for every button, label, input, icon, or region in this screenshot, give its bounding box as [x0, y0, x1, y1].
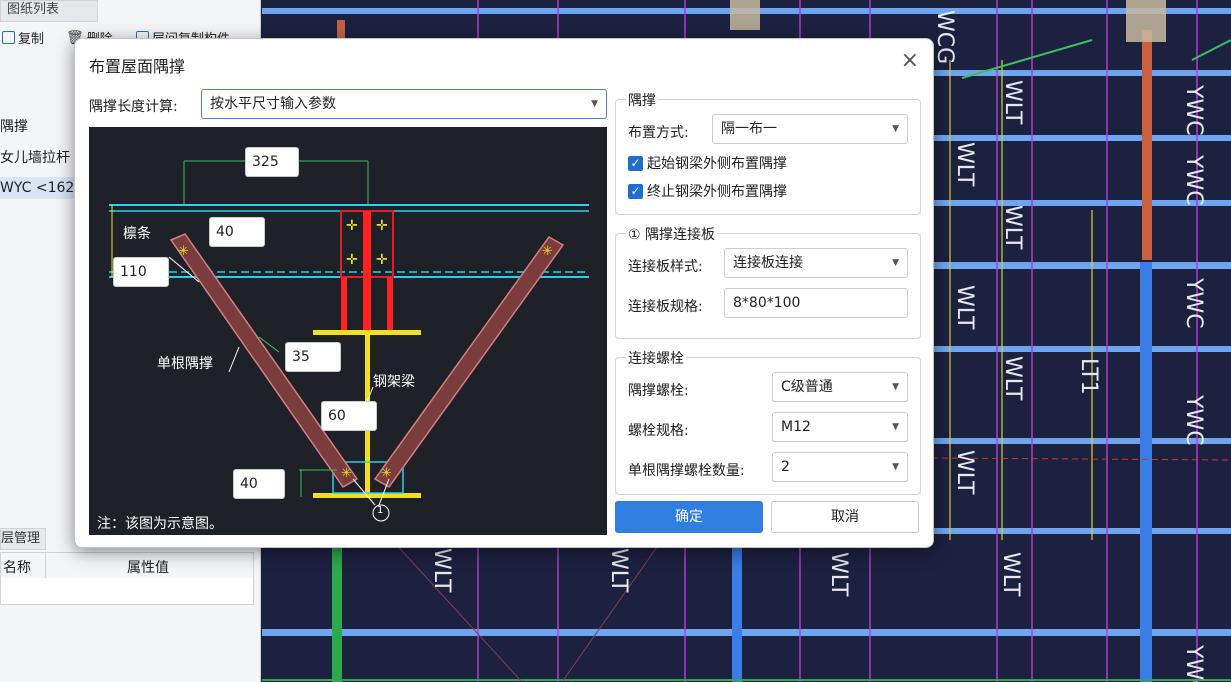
- label-wlt-5: WLT: [1000, 356, 1025, 401]
- bolt-spec-label: 螺栓规格:: [628, 423, 689, 439]
- layout-value: 隔一布一: [721, 121, 777, 137]
- start-beam-label: 起始钢梁外侧布置隅撑: [647, 156, 787, 172]
- dim-110-box: 110: [113, 257, 169, 287]
- plate-style-value: 连接板连接: [733, 255, 803, 271]
- dialog-title: 布置屋面隅撑: [89, 57, 186, 76]
- plate-spec-label: 连接板规格:: [628, 299, 703, 315]
- chevron-down-icon: ▼: [892, 422, 899, 432]
- label-wcg: WCG: [932, 10, 957, 64]
- length-calc-label: 隅撑长度计算:: [89, 99, 178, 115]
- place-roof-brace-dialog: 布置屋面隅撑 × 隅撑长度计算: 按水平尺寸输入参数 ▼ ✛ ✛ ✛ ✛ ✳ ✳…: [74, 38, 934, 548]
- copy-icon: [2, 31, 15, 44]
- start-beam-checkbox[interactable]: ✓ 起始钢梁外侧布置隅撑: [628, 153, 787, 173]
- chevron-down-icon: ▼: [892, 382, 899, 392]
- column-value: 属性值: [127, 560, 169, 576]
- single-brace-label: 单根隅撑: [157, 356, 213, 372]
- cancel-button[interactable]: 取消: [771, 501, 919, 533]
- plate-group-title: ① 隅撑连接板: [626, 224, 718, 244]
- checkmark-icon: ✓: [628, 183, 643, 199]
- bolt-count-label: 单根隅撑螺栓数量:: [628, 463, 745, 479]
- label-wlt-3: WLT: [1000, 205, 1025, 250]
- schematic-diagram: ✛ ✛ ✛ ✛ ✳ ✳ ✳ ✳ 325 40 110 35 60 40 檩条 单…: [89, 127, 607, 535]
- chevron-down-icon: ▼: [892, 462, 899, 472]
- layout-label: 布置方式:: [628, 125, 689, 141]
- svg-text:✳: ✳: [381, 466, 392, 481]
- property-table-row[interactable]: [0, 578, 254, 605]
- diagram-note: 注：该图为示意图。: [97, 516, 223, 532]
- copy-button[interactable]: 复制: [2, 28, 44, 47]
- bolt-type-select[interactable]: C级普通 ▼: [772, 372, 908, 402]
- chevron-down-icon: ▼: [591, 99, 598, 109]
- bolt-type-value: C级普通: [781, 379, 833, 395]
- svg-text:✛: ✛: [346, 218, 358, 234]
- callout-marker: 1: [377, 505, 384, 516]
- checkmark-icon: ✓: [628, 155, 643, 171]
- svg-text:✛: ✛: [376, 252, 388, 268]
- label-wlt-9: WLT: [826, 552, 851, 597]
- copy-label: 复制: [18, 32, 45, 47]
- property-table-header: 名称 属性值: [0, 552, 254, 580]
- chevron-down-icon: ▼: [892, 124, 899, 134]
- layer-management-tab[interactable]: 层管理: [0, 528, 46, 550]
- label-ywc-3: YWC: [1181, 277, 1206, 329]
- dim-35-box: 35: [285, 342, 341, 372]
- length-calc-select[interactable]: 按水平尺寸输入参数 ▼: [201, 89, 607, 119]
- label-ywc-4: YWC: [1181, 394, 1206, 446]
- svg-text:✛: ✛: [376, 218, 388, 234]
- dim-60-box: 60: [321, 401, 377, 431]
- dim-40-top-box: 40: [209, 217, 265, 247]
- svg-text:✛: ✛: [346, 252, 358, 268]
- bolt-count-value: 2: [781, 459, 790, 475]
- steel-beam-label: 钢架梁: [373, 374, 415, 390]
- bolt-type-label: 隅撑螺栓:: [628, 383, 689, 399]
- dim-325-box: 325: [245, 147, 299, 177]
- svg-text:✳: ✳: [178, 244, 189, 259]
- label-wlt-7: WLT: [429, 548, 454, 593]
- label-ywc-5: YWC: [1181, 644, 1206, 682]
- dim-40-bottom-box: 40: [233, 469, 285, 499]
- tree-item-parapet-tie[interactable]: 女儿墙拉杆: [0, 147, 70, 169]
- plate-spec-input[interactable]: 8*80*100: [724, 288, 908, 318]
- layout-select[interactable]: 隔一布一 ▼: [712, 114, 908, 144]
- chevron-down-icon: ▼: [892, 258, 899, 268]
- label-wlt-1: WLT: [1000, 80, 1025, 125]
- label-lt1: LT1: [1076, 358, 1101, 395]
- label-wlt-10: WLT: [998, 552, 1023, 597]
- label-wlt-6: WLT: [952, 450, 977, 495]
- column-name: 名称: [3, 560, 31, 576]
- label-ywc-2: YWC: [1181, 154, 1206, 206]
- diagram-drawing: ✛ ✛ ✛ ✛ ✳ ✳ ✳ ✳: [109, 160, 589, 522]
- ok-button[interactable]: 确定: [615, 501, 763, 533]
- svg-text:✳: ✳: [341, 466, 352, 481]
- bolt-count-select[interactable]: 2 ▼: [772, 452, 908, 482]
- label-ywc-1: YWC: [1181, 84, 1206, 136]
- purlin-label: 檩条: [123, 226, 151, 242]
- bolt-spec-select[interactable]: M12 ▼: [772, 412, 908, 442]
- length-calc-value: 按水平尺寸输入参数: [210, 96, 336, 112]
- close-icon[interactable]: ×: [901, 49, 919, 73]
- label-wlt-2: WLT: [952, 142, 977, 187]
- plate-style-select[interactable]: 连接板连接 ▼: [724, 248, 908, 278]
- tree-item-brace[interactable]: 隅撑: [0, 116, 28, 138]
- brace-group-title: 隅撑: [626, 90, 658, 110]
- label-wlt-4: WLT: [952, 285, 977, 330]
- bolt-group: 连接螺栓 隅撑螺栓: C级普通 ▼ 螺栓规格: M12 ▼ 单根隅撑螺栓数量: …: [615, 348, 921, 495]
- brace-group: 隅撑 布置方式: 隔一布一 ▼ ✓ 起始钢梁外侧布置隅撑 ✓ 终止钢梁外侧布置隅…: [615, 90, 921, 215]
- svg-text:✳: ✳: [542, 244, 553, 259]
- bolt-spec-value: M12: [781, 419, 811, 435]
- label-wlt-8: WLT: [606, 548, 631, 593]
- drawing-list-tab[interactable]: 图纸列表: [0, 0, 98, 22]
- connection-plate-group: ① 隅撑连接板 连接板样式: 连接板连接 ▼ 连接板规格: 8*80*100: [615, 224, 921, 339]
- plate-style-label: 连接板样式:: [628, 259, 703, 275]
- bolt-group-title: 连接螺栓: [626, 348, 686, 368]
- end-beam-checkbox[interactable]: ✓ 终止钢梁外侧布置隅撑: [628, 181, 787, 201]
- end-beam-label: 终止钢梁外侧布置隅撑: [647, 184, 787, 200]
